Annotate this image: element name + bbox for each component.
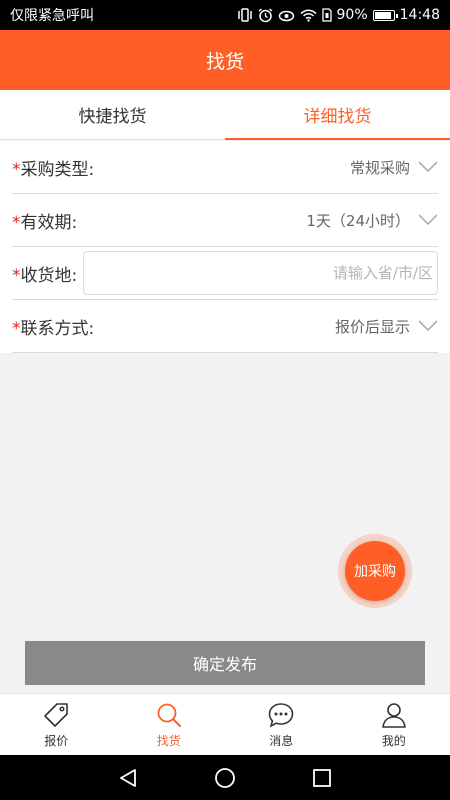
validity-label: *有效期:	[12, 208, 77, 233]
purchase-type-label-text: 采购类型:	[20, 159, 95, 180]
chevron-down-icon[interactable]	[418, 316, 438, 336]
required-mark: *	[12, 265, 21, 286]
screen: 仅限紧急呼叫 90% 14:48 找货 快捷找货 详细找货 *采购类型: 常规采…	[0, 0, 450, 800]
validity-row[interactable]: *有效期: 1天（24小时）	[12, 194, 438, 247]
delivery-input-box[interactable]	[83, 251, 438, 295]
validity-value: 1天（24小时）	[306, 211, 410, 230]
carrier-text: 仅限紧急呼叫	[10, 8, 94, 24]
purchase-type-label: *采购类型:	[12, 155, 94, 180]
chat-icon	[267, 701, 295, 729]
tab-detailed-search[interactable]: 详细找货	[225, 90, 450, 140]
nav-item-quote[interactable]: 报价	[0, 694, 113, 755]
nav-item-find-goods[interactable]: 找货	[113, 694, 226, 755]
alarm-icon	[258, 7, 273, 23]
nav-item-messages[interactable]: 消息	[225, 694, 338, 755]
system-nav-bar	[0, 755, 450, 800]
chevron-down-icon[interactable]	[418, 210, 438, 230]
required-mark: *	[12, 318, 21, 339]
clock: 14:48	[399, 7, 440, 23]
user-icon	[380, 701, 408, 729]
contact-label-text: 联系方式:	[20, 318, 95, 339]
delivery-address-input[interactable]	[88, 264, 433, 282]
contact-value: 报价后显示	[334, 317, 410, 336]
validity-label-text: 有效期:	[20, 212, 78, 233]
page-title: 找货	[205, 50, 244, 73]
back-icon[interactable]	[113, 763, 143, 793]
wifi-icon	[300, 9, 317, 22]
add-purchase-button[interactable]: 加采购	[345, 541, 405, 601]
app-header: 找货	[0, 30, 450, 90]
battery-fill	[374, 11, 391, 19]
tab-bar: 快捷找货 详细找货	[0, 90, 450, 140]
delivery-label: *收货地:	[12, 261, 77, 286]
contact-row[interactable]: *联系方式: 报价后显示	[12, 300, 438, 353]
status-bar: 仅限紧急呼叫 90% 14:48	[0, 0, 450, 30]
nav-label: 报价	[44, 733, 69, 748]
recents-icon[interactable]	[307, 763, 337, 793]
delivery-label-text: 收货地:	[20, 265, 78, 286]
required-mark: *	[12, 159, 21, 180]
home-icon[interactable]	[210, 763, 240, 793]
eye-icon	[278, 9, 295, 22]
search-icon	[155, 701, 183, 729]
required-mark: *	[12, 212, 21, 233]
tag-icon	[42, 701, 70, 729]
bottom-nav: 报价 找货 消息 我的	[0, 693, 450, 755]
vibrate-icon	[237, 8, 253, 22]
publish-button[interactable]: 确定发布	[25, 641, 425, 685]
purchase-type-value: 常规采购	[349, 158, 410, 177]
tab-quick-search[interactable]: 快捷找货	[0, 90, 225, 139]
contact-label: *联系方式:	[12, 314, 94, 339]
chevron-down-icon[interactable]	[418, 157, 438, 177]
nav-label: 消息	[269, 733, 294, 748]
search-form: *采购类型: 常规采购 *有效期: 1天（24小时） *收货地: *联系方式: …	[0, 141, 450, 353]
delivery-row: *收货地:	[12, 247, 438, 300]
sim-icon	[321, 8, 332, 22]
battery-icon	[372, 9, 398, 21]
battery-percent: 90%	[336, 7, 368, 23]
tab-label: 详细找货	[303, 107, 372, 127]
add-purchase-label: 加采购	[354, 564, 396, 580]
nav-label: 我的	[381, 733, 406, 748]
nav-label: 找货	[156, 733, 181, 748]
status-icons: 90% 14:48	[237, 7, 440, 23]
nav-item-mine[interactable]: 我的	[338, 694, 450, 755]
purchase-type-row[interactable]: *采购类型: 常规采购	[12, 141, 438, 194]
tab-label: 快捷找货	[78, 107, 147, 127]
